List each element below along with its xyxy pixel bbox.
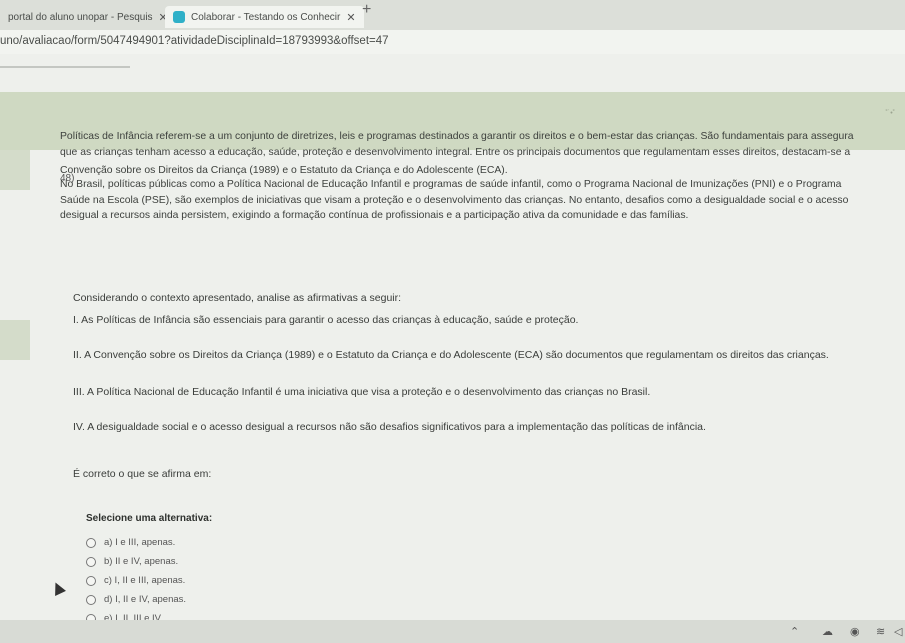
statement-2: II. A Convenção sobre os Direitos da Cri… bbox=[73, 349, 829, 361]
bookmark-strip bbox=[0, 62, 130, 68]
radio-button[interactable] bbox=[86, 537, 96, 548]
select-alternative-title: Selecione uma alternativa: bbox=[86, 513, 213, 524]
option-a[interactable]: a) I e III, apenas. bbox=[86, 537, 175, 548]
tab-strip: portal do aluno unopar - Pesquis ✕ Colab… bbox=[0, 0, 905, 30]
statement-4: IV. A desigualdade social e o acesso des… bbox=[73, 421, 706, 433]
site-favicon-icon bbox=[173, 11, 185, 23]
option-label: b) II e IV, apenas. bbox=[104, 556, 179, 567]
radio-button[interactable] bbox=[86, 556, 96, 567]
network-icon[interactable]: ◉ bbox=[850, 625, 860, 638]
tab-title: portal do aluno unopar - Pesquis bbox=[8, 11, 153, 23]
decorative-mark: ˚˙•˚ bbox=[885, 110, 895, 117]
paragraph-line: Convenção sobre os Direitos da Criança (… bbox=[60, 165, 508, 176]
url-text: uno/avaliacao/form/5047494901?atividadeD… bbox=[0, 35, 389, 47]
close-icon[interactable]: ✕ bbox=[346, 11, 355, 24]
question-panel: 48) Políticas de Infância referem-se a u… bbox=[0, 131, 905, 624]
radio-button[interactable] bbox=[86, 575, 96, 586]
option-d[interactable]: d) I, II e IV, apenas. bbox=[86, 594, 186, 605]
tab-portal[interactable]: portal do aluno unopar - Pesquis ✕ bbox=[8, 6, 168, 28]
side-tab-marker bbox=[0, 150, 30, 190]
paragraph-line: desigual a recursos ainda persistem, exi… bbox=[60, 210, 689, 221]
new-tab-button[interactable]: + bbox=[362, 1, 371, 19]
bookmarks-bar bbox=[0, 54, 905, 92]
side-tab-marker bbox=[0, 320, 30, 360]
statements-intro: Considerando o contexto apresentado, ana… bbox=[73, 292, 402, 304]
option-b[interactable]: b) II e IV, apenas. bbox=[86, 556, 178, 567]
option-label: c) I, II e III, apenas. bbox=[104, 575, 186, 586]
tab-colaborar[interactable]: Colaborar - Testando os Conhecir ✕ bbox=[165, 6, 364, 28]
paragraph-line: que as crianças tenham acesso a educação… bbox=[60, 147, 851, 158]
radio-button[interactable] bbox=[86, 594, 96, 605]
taskbar: ⌃ ☁ ◉ ≋ ◁ bbox=[0, 620, 905, 643]
mouse-cursor-icon bbox=[50, 580, 66, 596]
question-prompt: É correto o que se afirma em: bbox=[73, 468, 212, 480]
statement-3: III. A Política Nacional de Educação Inf… bbox=[73, 386, 651, 398]
paragraph-line: Saúde na Escola (PSE), são exemplos de i… bbox=[60, 195, 849, 206]
paragraph-line: No Brasil, políticas públicas como a Pol… bbox=[60, 179, 842, 190]
option-c[interactable]: c) I, II e III, apenas. bbox=[86, 575, 185, 586]
statement-1: I. As Políticas de Infância são essencia… bbox=[73, 314, 579, 326]
chevron-up-icon[interactable]: ⌃ bbox=[790, 625, 799, 638]
wifi-icon[interactable]: ≋ bbox=[876, 625, 885, 638]
paragraph-line: Políticas de Infância referem-se a um co… bbox=[60, 131, 854, 142]
volume-icon[interactable]: ◁ bbox=[894, 625, 902, 638]
cloud-icon[interactable]: ☁ bbox=[822, 625, 833, 638]
tab-title: Colaborar - Testando os Conhecir bbox=[191, 11, 341, 23]
address-bar[interactable]: uno/avaliacao/form/5047494901?atividadeD… bbox=[0, 30, 905, 54]
option-label: d) I, II e IV, apenas. bbox=[104, 594, 187, 605]
option-label: a) I e III, apenas. bbox=[104, 537, 176, 548]
